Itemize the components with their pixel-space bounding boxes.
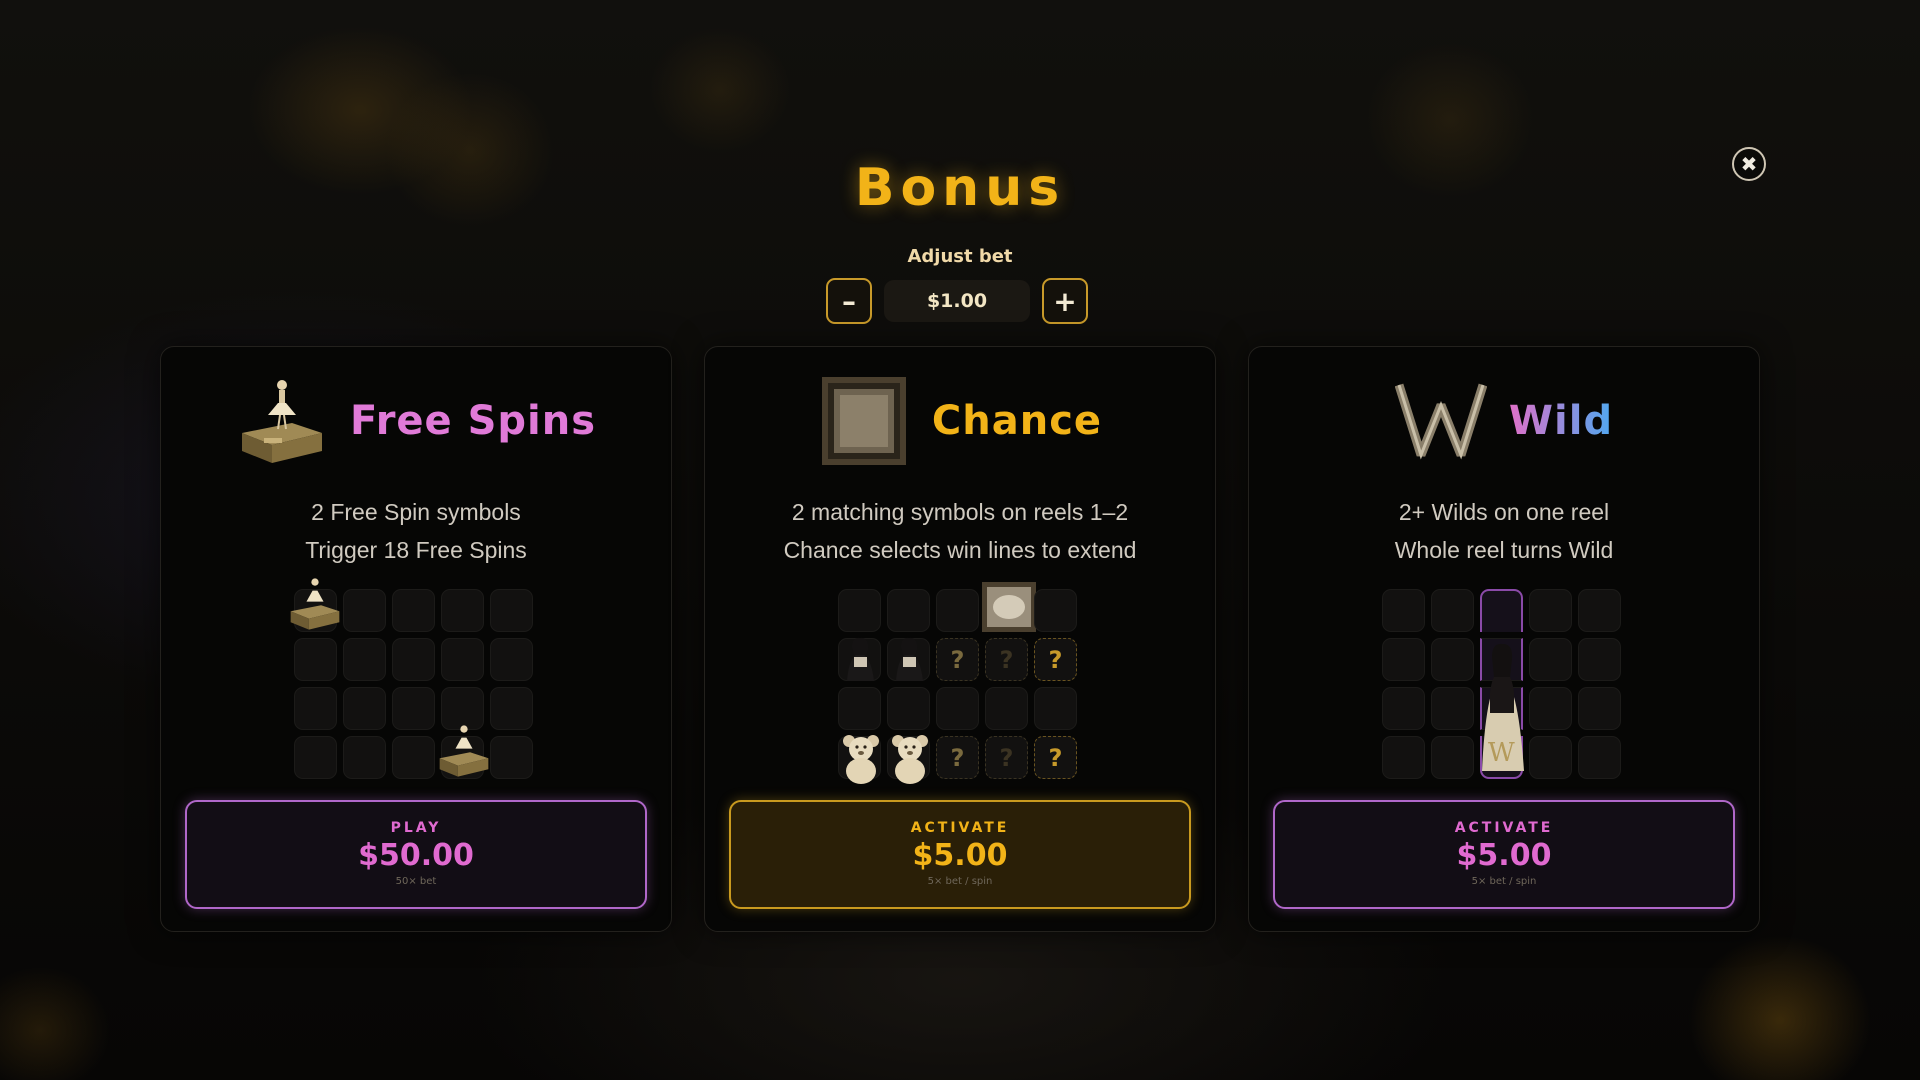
card-header: Free Spins — [161, 371, 671, 471]
grid-cell — [441, 589, 484, 632]
example-reel-grid: ? ? ? ? ? ? — [838, 582, 1077, 784]
grid-cell-free-spin-symbol — [290, 578, 340, 632]
grid-cell — [343, 589, 386, 632]
grid-cell-question: ? — [1034, 638, 1077, 681]
grid-cell — [1382, 736, 1425, 779]
card-title: Chance — [931, 398, 1103, 444]
grid-cell — [887, 589, 930, 632]
grid-cell — [1529, 589, 1572, 632]
picture-frame-icon — [818, 375, 910, 467]
grid-cell-doll-symbol — [838, 637, 881, 681]
activate-chance-button[interactable]: ACTIVATE $5.00 5× bet / spin — [729, 800, 1191, 909]
wild-w-icon — [1394, 375, 1488, 467]
activate-wild-button[interactable]: ACTIVATE $5.00 5× bet / spin — [1273, 800, 1735, 909]
grid-cell — [392, 638, 435, 681]
decrease-bet-button[interactable]: – — [826, 278, 872, 324]
bet-adjuster: – $1.00 + — [826, 278, 1088, 324]
grid-cell — [936, 687, 979, 730]
example-reel-grid: W — [1382, 589, 1621, 779]
grid-cell — [441, 638, 484, 681]
card-description-line-2: Whole reel turns Wild — [1394, 537, 1614, 563]
grid-cell — [490, 687, 533, 730]
grid-cell — [985, 687, 1028, 730]
grid-cell — [1578, 736, 1621, 779]
grid-cell — [490, 736, 533, 779]
example-reel-grid — [290, 578, 533, 779]
adjust-bet-label: Adjust bet — [907, 246, 1013, 267]
grid-cell-question: ? — [985, 638, 1028, 681]
grid-cell — [343, 687, 386, 730]
grid-cell — [392, 687, 435, 730]
grid-cell — [1382, 687, 1425, 730]
card-description-line-2: Chance selects win lines to extend — [783, 537, 1137, 563]
grid-cell-question: ? — [1034, 736, 1077, 779]
card-header: Wild — [1249, 371, 1759, 471]
grid-cell — [1578, 687, 1621, 730]
action-label: ACTIVATE — [1454, 820, 1554, 836]
card-description-line-1: 2+ Wilds on one reel — [1398, 499, 1610, 525]
card-description-line-1: 2 Free Spin symbols — [311, 499, 521, 525]
grid-cell — [294, 638, 337, 681]
grid-cell — [1382, 638, 1425, 681]
wild-reel-top — [1480, 589, 1523, 632]
grid-cell — [343, 638, 386, 681]
close-icon[interactable]: ✖ — [1732, 147, 1766, 181]
grid-cell — [1431, 589, 1474, 632]
wild-reel-mid: W — [1480, 638, 1524, 771]
grid-cell — [838, 589, 881, 632]
wild-card: Wild 2+ Wilds on one reel Whole reel tur… — [1248, 346, 1760, 932]
grid-cell-frame-symbol — [982, 582, 1036, 632]
grid-cell — [1034, 589, 1077, 632]
card-description-line-1: 2 matching symbols on reels 1–2 — [791, 499, 1129, 525]
grid-cell — [392, 736, 435, 779]
grid-cell — [294, 687, 337, 730]
grid-cell-free-spin-symbol — [439, 725, 489, 779]
play-free-spins-button[interactable]: PLAY $50.00 50× bet — [185, 800, 647, 909]
action-subtext: 50× bet — [395, 876, 437, 887]
increase-bet-button[interactable]: + — [1042, 278, 1088, 324]
grid-cell — [294, 736, 337, 779]
action-price: $5.00 — [912, 838, 1008, 873]
action-price: $50.00 — [358, 838, 474, 873]
bet-value: $1.00 — [884, 280, 1030, 322]
action-subtext: 5× bet / spin — [927, 876, 993, 887]
svg-text:W: W — [1488, 738, 1515, 768]
card-header: Chance — [705, 371, 1215, 471]
grid-cell — [392, 589, 435, 632]
grid-cell — [343, 736, 386, 779]
action-label: PLAY — [390, 820, 442, 836]
free-spins-card: Free Spins 2 Free Spin symbols Trigger 1… — [160, 346, 672, 932]
card-description-line-2: Trigger 18 Free Spins — [305, 537, 527, 563]
grid-cell — [936, 589, 979, 632]
grid-cell-question: ? — [936, 638, 979, 681]
grid-cell — [1382, 589, 1425, 632]
grid-cell — [490, 638, 533, 681]
action-price: $5.00 — [1456, 838, 1552, 873]
music-box-icon — [236, 375, 328, 467]
action-label: ACTIVATE — [910, 820, 1010, 836]
grid-cell — [838, 687, 881, 730]
grid-cell-teddy-symbol — [838, 735, 881, 784]
grid-cell — [1034, 687, 1077, 730]
grid-cell — [490, 589, 533, 632]
card-title: Free Spins — [349, 398, 597, 444]
page-title: Bonus — [854, 158, 1066, 218]
grid-cell — [887, 687, 930, 730]
grid-cell — [1578, 638, 1621, 681]
grid-cell — [1578, 589, 1621, 632]
grid-cell-question: ? — [936, 736, 979, 779]
card-title: Wild — [1508, 398, 1614, 444]
grid-cell-teddy-symbol — [887, 735, 930, 784]
chance-card: Chance 2 matching symbols on reels 1–2 C… — [704, 346, 1216, 932]
grid-cell-question: ? — [985, 736, 1028, 779]
action-subtext: 5× bet / spin — [1471, 876, 1537, 887]
grid-cell-doll-symbol — [887, 637, 930, 681]
